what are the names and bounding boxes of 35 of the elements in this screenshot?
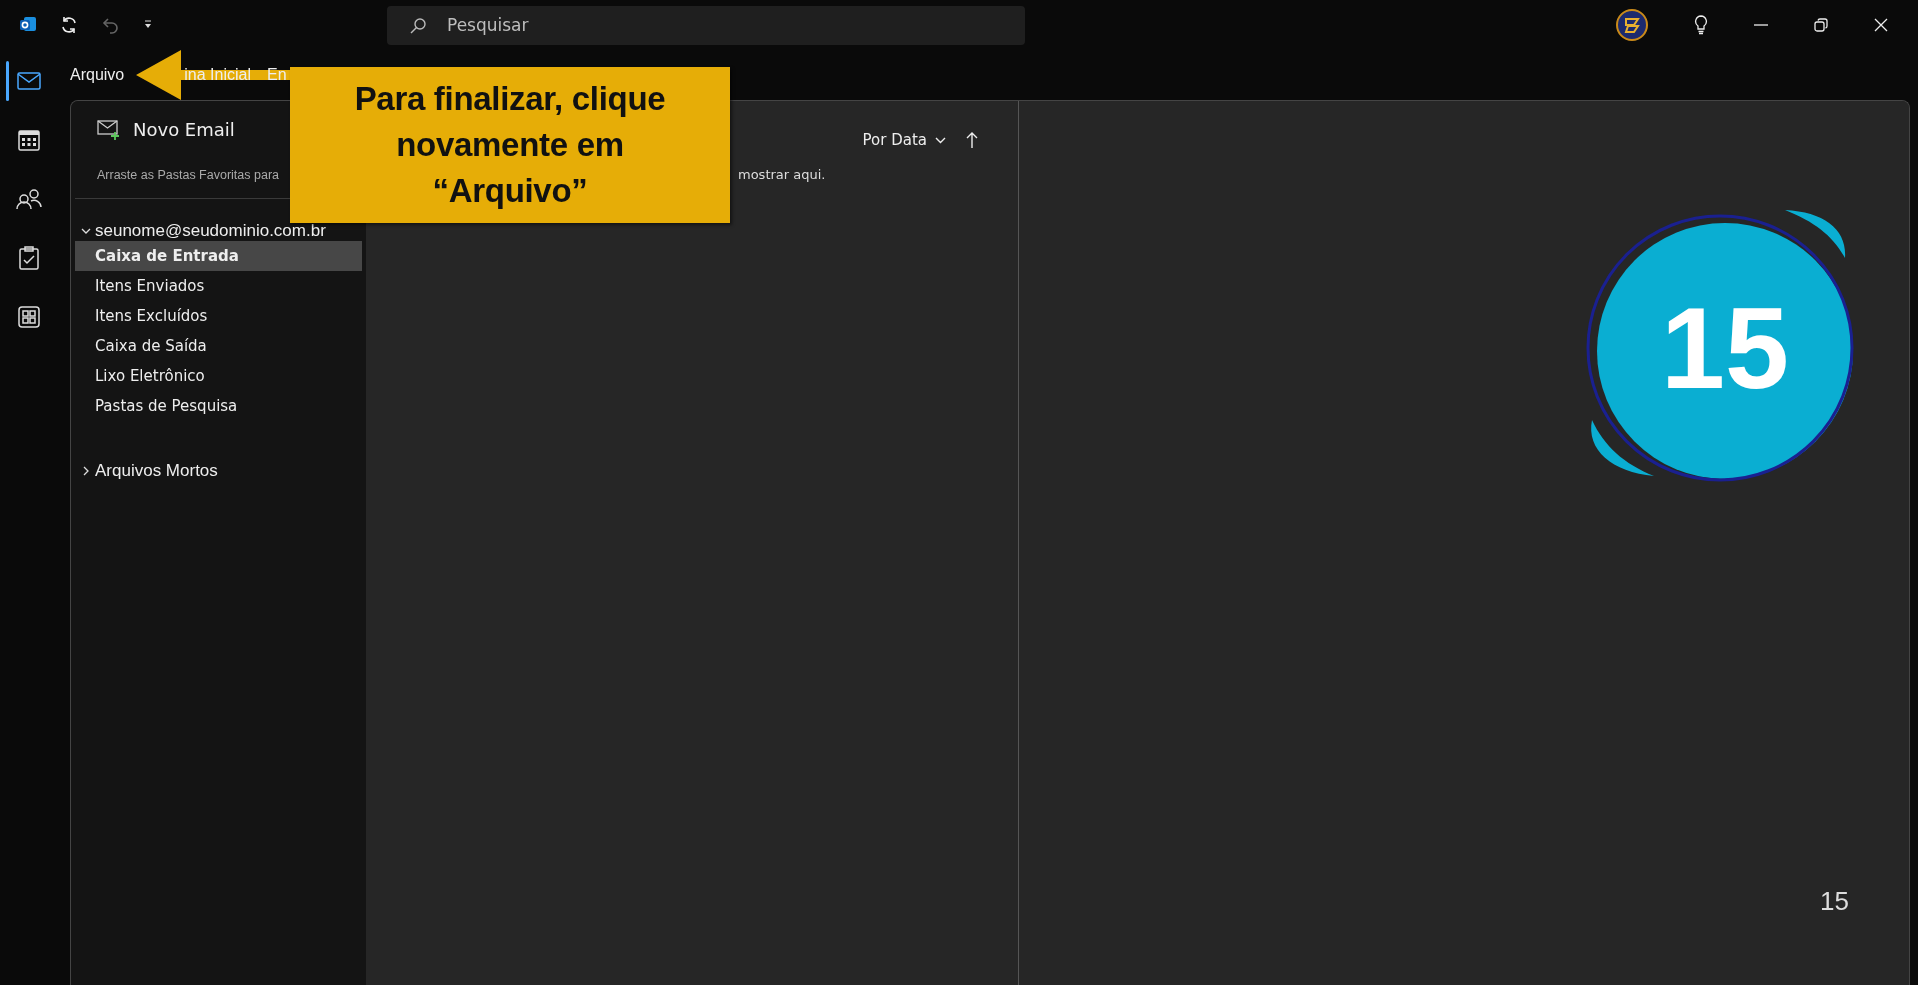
sort-dropdown[interactable]: Por Data — [862, 131, 946, 149]
outlook-logo-icon — [19, 16, 37, 34]
search-field[interactable]: Pesquisar — [387, 5, 1025, 45]
chevron-icon — [935, 136, 946, 144]
folder-item[interactable]: Pastas de Pesquisa — [75, 391, 362, 421]
lightbulb-icon[interactable] — [1694, 15, 1708, 35]
empty-list-note: mostrar aqui. — [738, 167, 826, 182]
account-header[interactable]: seunome@seudominio.com.br — [75, 221, 362, 241]
profile-logo-icon[interactable] — [1616, 9, 1648, 41]
ribbon-tab[interactable]: Arquivo — [70, 66, 125, 84]
account-name: seunome@seudominio.com.br — [95, 221, 326, 241]
new-email-button[interactable]: Novo Email — [97, 119, 235, 140]
apps-icon[interactable] — [18, 306, 40, 328]
instruction-callout: Para finalizar, clique novamente em “Arquivo” — [290, 67, 730, 223]
mail-icon[interactable] — [17, 72, 41, 90]
people-icon[interactable] — [16, 188, 42, 210]
account-header[interactable]: Arquivos Mortos — [75, 461, 362, 481]
page-number: 15 — [1820, 886, 1849, 917]
restore-icon[interactable] — [1814, 18, 1828, 32]
new-mail-icon — [97, 119, 121, 140]
favorites-hint: Arraste as Pastas Favoritas para — [97, 168, 281, 182]
undo-icon[interactable] — [101, 15, 121, 35]
clipboard-check-icon[interactable] — [19, 246, 39, 270]
folder-item[interactable]: Caixa de Entrada — [75, 241, 362, 271]
account-name: Arquivos Mortos — [95, 461, 218, 481]
search-icon — [409, 16, 427, 35]
dropdown-icon[interactable] — [143, 20, 153, 30]
sort-direction-icon[interactable] — [966, 131, 978, 149]
folder-item[interactable]: Itens Excluídos — [75, 301, 362, 331]
calendar-icon[interactable] — [18, 129, 40, 151]
sync-icon[interactable] — [59, 15, 79, 35]
folder-item[interactable]: Caixa de Saída — [75, 331, 362, 361]
folder-item[interactable]: Lixo Eletrônico — [75, 361, 362, 391]
close-icon[interactable] — [1874, 18, 1888, 32]
folder-item[interactable]: Itens Enviados — [75, 271, 362, 301]
